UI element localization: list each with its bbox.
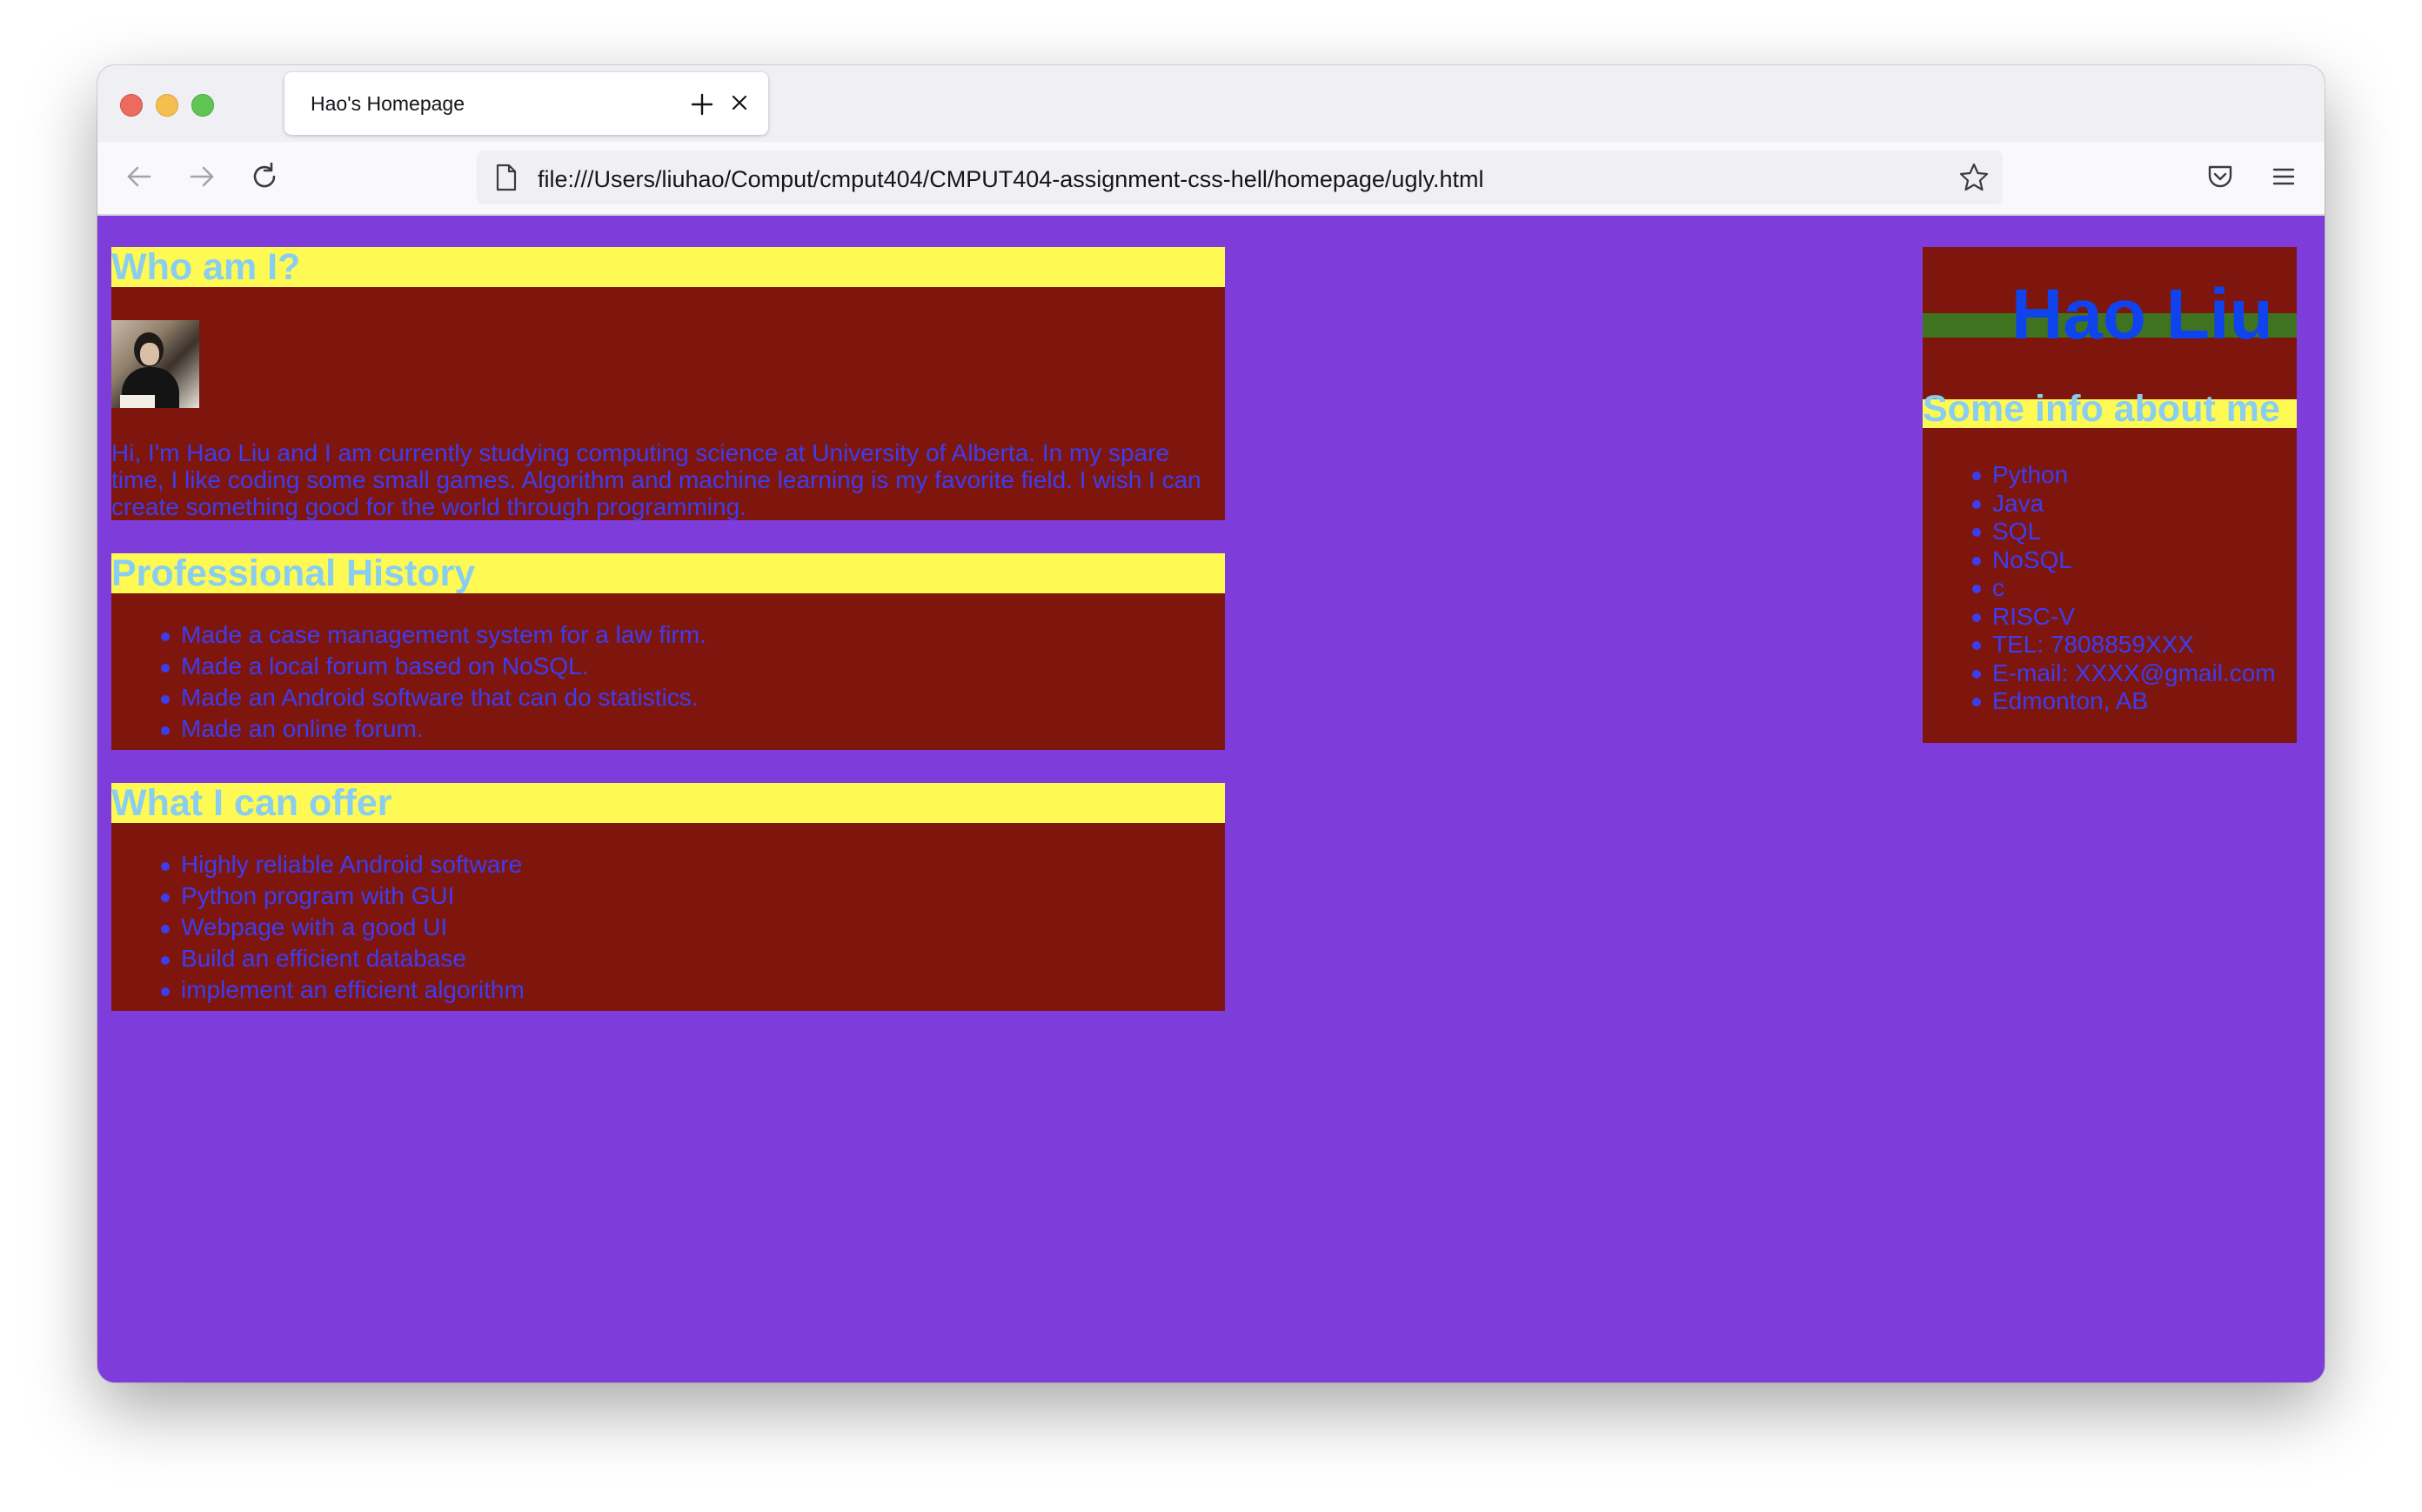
pocket-icon[interactable] bbox=[2203, 159, 2238, 194]
history-heading: Professional History bbox=[111, 553, 1225, 593]
list-item: RISC-V bbox=[1972, 603, 2276, 632]
offer-section: What I can offer Highly reliable Android… bbox=[111, 783, 1225, 1011]
list-item: Edmonton, AB bbox=[1972, 687, 2276, 716]
profile-photo bbox=[111, 320, 199, 408]
minimize-window-button[interactable] bbox=[156, 94, 178, 117]
sidebar: Hao Liu Some info about me Python Java S… bbox=[1923, 247, 2297, 743]
address-bar[interactable]: file:///Users/liuhao/Comput/cmput404/CMP… bbox=[477, 151, 2003, 204]
offer-list: Highly reliable Android software Python … bbox=[161, 849, 525, 1006]
list-item: c bbox=[1972, 574, 2276, 603]
list-item: Highly reliable Android software bbox=[161, 849, 525, 880]
bookmark-star-icon[interactable] bbox=[1957, 161, 1990, 194]
forward-arrow-icon[interactable] bbox=[184, 159, 219, 194]
page-content: Who am I? Hi, I'm Hao Liu and I am curre… bbox=[97, 216, 2325, 1382]
reload-icon[interactable] bbox=[247, 159, 282, 194]
new-tab-icon[interactable] bbox=[687, 90, 717, 119]
list-item: Webpage with a good UI bbox=[161, 912, 525, 943]
about-heading: Who am I? bbox=[111, 247, 1225, 287]
info-list: Python Java SQL NoSQL c RISC-V TEL: 7808… bbox=[1972, 461, 2276, 716]
offer-heading: What I can offer bbox=[111, 783, 1225, 823]
list-item: Python bbox=[1972, 461, 2276, 490]
page-document-icon bbox=[496, 164, 517, 191]
list-item: Made an online forum. bbox=[161, 713, 706, 745]
list-item: implement an efficient algorithm bbox=[161, 974, 525, 1006]
list-item: SQL bbox=[1972, 518, 2276, 546]
navigation-toolbar: file:///Users/liuhao/Comput/cmput404/CMP… bbox=[97, 142, 2325, 216]
tab-title: Hao's Homepage bbox=[311, 92, 465, 115]
about-section: Who am I? Hi, I'm Hao Liu and I am curre… bbox=[111, 247, 1225, 520]
list-item: TEL: 7808859XXX bbox=[1972, 631, 2276, 659]
list-item: E-mail: XXXX@gmail.com bbox=[1972, 659, 2276, 686]
browser-window: Hao's Homepage file:///Users/liuhao/Comp… bbox=[97, 65, 2325, 1382]
tab-bar: Hao's Homepage bbox=[97, 65, 2325, 142]
history-list: Made a case management system for a law … bbox=[161, 619, 706, 745]
history-section: Professional History Made a case managem… bbox=[111, 553, 1225, 750]
list-item: Made an Android software that can do sta… bbox=[161, 682, 706, 713]
zoom-window-button[interactable] bbox=[191, 94, 214, 117]
list-item: Made a case management system for a law … bbox=[161, 619, 706, 651]
site-owner-name: Hao Liu bbox=[2011, 275, 2273, 354]
back-arrow-icon[interactable] bbox=[122, 159, 157, 194]
hamburger-menu-icon[interactable] bbox=[2266, 159, 2301, 194]
about-paragraph: Hi, I'm Hao Liu and I am currently study… bbox=[111, 439, 1201, 520]
close-tab-icon[interactable] bbox=[725, 88, 754, 117]
list-item: Python program with GUI bbox=[161, 880, 525, 912]
list-item: NoSQL bbox=[1972, 546, 2276, 575]
close-window-button[interactable] bbox=[120, 94, 143, 117]
list-item: Made a local forum based on NoSQL. bbox=[161, 651, 706, 682]
url-text[interactable]: file:///Users/liuhao/Comput/cmput404/CMP… bbox=[538, 166, 1483, 193]
info-heading: Some info about me bbox=[1923, 388, 2280, 430]
list-item: Java bbox=[1972, 490, 2276, 518]
list-item: Build an efficient database bbox=[161, 943, 525, 974]
info-heading-bar: Some info about me bbox=[1923, 389, 2297, 429]
